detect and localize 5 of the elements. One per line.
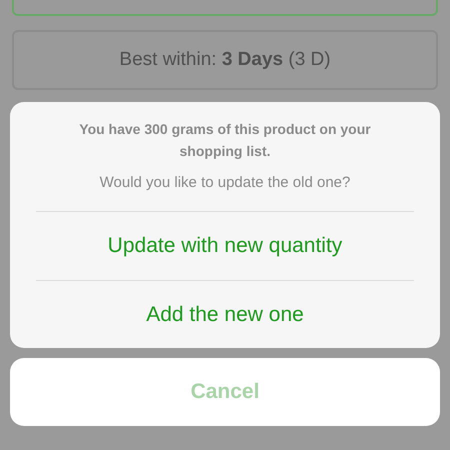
best-within-button[interactable]: Best within: 3 Days (3 D): [12, 30, 438, 90]
action-button[interactable]: Add the new one: [36, 280, 414, 348]
action-button[interactable]: Update with new quantity: [36, 212, 414, 280]
sheet-message: You have 300 grams of this product on your shopping list.: [78, 120, 372, 161]
sheet-question: Would you like to update the old one?: [98, 174, 352, 191]
